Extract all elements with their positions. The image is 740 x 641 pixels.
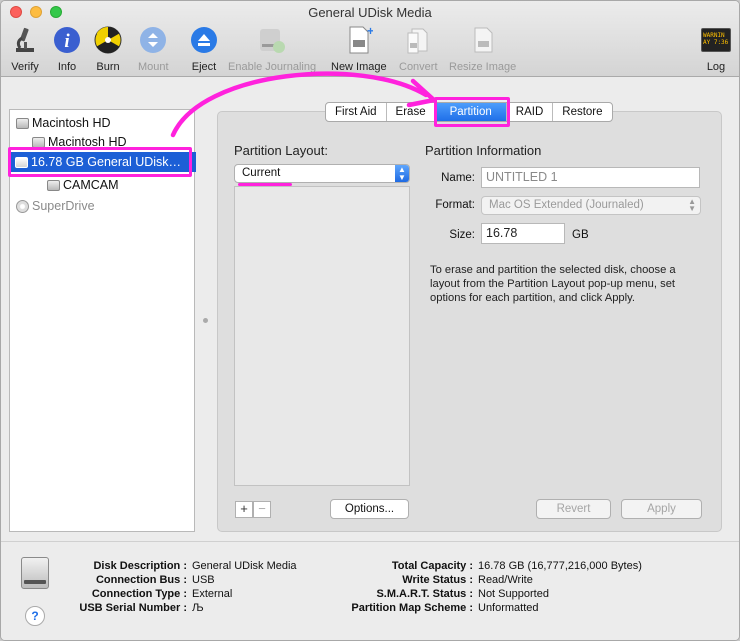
convert-icon: [403, 25, 433, 55]
tab-first-aid[interactable]: First Aid: [326, 103, 387, 121]
total-capacity-key: Total Capacity :: [391, 560, 473, 572]
optical-drive-icon: [16, 199, 29, 213]
size-field[interactable]: 16.78: [481, 223, 565, 244]
enable-journaling-button[interactable]: Enable Journaling: [228, 25, 316, 73]
burn-icon: [93, 25, 123, 55]
eject-button[interactable]: Eject: [189, 25, 219, 73]
log-icon-text: WARNIN AY 7:36: [701, 28, 731, 52]
eject-label: Eject: [191, 61, 217, 73]
enable-journaling-label: Enable Journaling: [228, 61, 317, 73]
burn-label: Burn: [96, 61, 120, 73]
info-button[interactable]: i Info: [52, 25, 82, 73]
new-image-label: New Image: [331, 61, 387, 73]
burn-button[interactable]: Burn: [93, 25, 123, 73]
help-button[interactable]: ?: [25, 606, 45, 626]
svg-text:+: +: [367, 25, 373, 38]
resize-image-button[interactable]: Resize Image: [449, 25, 516, 73]
info-icon: i: [52, 25, 82, 55]
sidebar-item-label: CAMCAM: [63, 178, 119, 192]
log-label: Log: [706, 61, 726, 73]
format-popup[interactable]: Mac OS Extended (Journaled) ▲ ▼: [481, 196, 701, 215]
journaling-icon: [257, 25, 287, 55]
window-title: General UDisk Media: [308, 5, 432, 20]
partition-map-scheme-value: Unformatted: [478, 602, 539, 614]
new-image-button[interactable]: + New Image: [331, 25, 387, 73]
microscope-icon: [10, 25, 40, 55]
selected-disk-annotation-box: [8, 147, 192, 177]
mount-label: Mount: [138, 61, 169, 73]
split-view-handle[interactable]: [203, 318, 208, 323]
hard-disk-icon: [16, 117, 29, 129]
verify-label: Verify: [11, 61, 39, 73]
popup-chevrons-icon: ▲ ▼: [395, 165, 409, 182]
write-status-key: Write Status :: [402, 574, 473, 586]
size-label: Size:: [449, 229, 475, 241]
svg-text:i: i: [64, 31, 70, 52]
name-field[interactable]: UNTITLED 1: [481, 167, 700, 188]
total-capacity-value: 16.78 GB (16,777,216,000 Bytes): [478, 560, 642, 572]
size-unit: GB: [572, 229, 589, 241]
sidebar-item-label: Macintosh HD: [32, 116, 111, 130]
connection-type-value: External: [192, 588, 233, 600]
options-button[interactable]: Options...: [330, 499, 409, 519]
tab-erase[interactable]: Erase: [387, 103, 436, 121]
connection-bus-value: USB: [192, 574, 215, 586]
sidebar-item-label: SuperDrive: [32, 199, 95, 213]
sidebar-item-macintosh-hd-disk[interactable]: Macintosh HD: [16, 113, 111, 133]
revert-button[interactable]: Revert: [536, 499, 611, 519]
convert-label: Convert: [399, 61, 438, 73]
format-label: Format:: [435, 199, 475, 211]
mount-button[interactable]: Mount: [138, 25, 169, 73]
partition-layout-value: Current: [242, 167, 281, 179]
partition-layout-popup[interactable]: Current ▲ ▼: [234, 164, 410, 183]
name-label: Name:: [441, 172, 475, 184]
resize-image-icon: [468, 25, 498, 55]
volume-icon: [47, 179, 60, 191]
convert-button[interactable]: Convert: [399, 25, 438, 73]
verify-button[interactable]: Verify: [10, 25, 40, 73]
sidebar-item-superdrive[interactable]: SuperDrive: [16, 196, 95, 216]
usb-serial-number-value: Љ: [192, 602, 204, 614]
partition-layout-diagram[interactable]: [234, 186, 410, 486]
eject-icon: [189, 25, 219, 55]
disk-description-value: General UDisk Media: [192, 560, 297, 572]
sidebar-item-camcam[interactable]: CAMCAM: [47, 175, 119, 195]
disk-description-key: Disk Description :: [93, 560, 187, 572]
partition-tab-annotation-box: [434, 97, 510, 127]
partition-map-scheme-key: Partition Map Scheme :: [351, 602, 473, 614]
smart-status-key: S.M.A.R.T. Status :: [376, 588, 473, 600]
format-value: Mac OS Extended (Journaled): [489, 199, 644, 211]
new-image-icon: +: [344, 25, 374, 55]
console-log-icon: WARNIN AY 7:36: [701, 25, 731, 55]
disk-utility-window: General UDisk Media Verify i Info Burn M…: [0, 0, 740, 641]
info-label: Info: [57, 61, 77, 73]
smart-status-value: Not Supported: [478, 588, 549, 600]
add-partition-button[interactable]: +: [235, 501, 253, 518]
partition-instructions: To erase and partition the selected disk…: [430, 264, 676, 304]
write-status-value: Read/Write: [478, 574, 533, 586]
tab-raid[interactable]: RAID: [507, 103, 554, 121]
apply-button[interactable]: Apply: [621, 499, 702, 519]
connection-bus-key: Connection Bus :: [95, 574, 187, 586]
remove-partition-button[interactable]: −: [253, 501, 271, 518]
toolbar: General UDisk Media Verify i Info Burn M…: [1, 1, 739, 77]
tab-restore[interactable]: Restore: [553, 103, 611, 121]
log-button[interactable]: WARNIN AY 7:36 Log: [701, 25, 731, 73]
partition-layout-heading: Partition Layout:: [234, 143, 328, 158]
partition-information-heading: Partition Information: [425, 143, 542, 158]
resize-image-label: Resize Image: [449, 61, 517, 73]
connection-type-key: Connection Type :: [91, 588, 187, 600]
popup-chevrons-icon: ▲ ▼: [688, 197, 696, 213]
volume-icon: [32, 136, 45, 148]
mount-icon: [138, 25, 168, 55]
usb-serial-number-key: USB Serial Number :: [79, 602, 187, 614]
